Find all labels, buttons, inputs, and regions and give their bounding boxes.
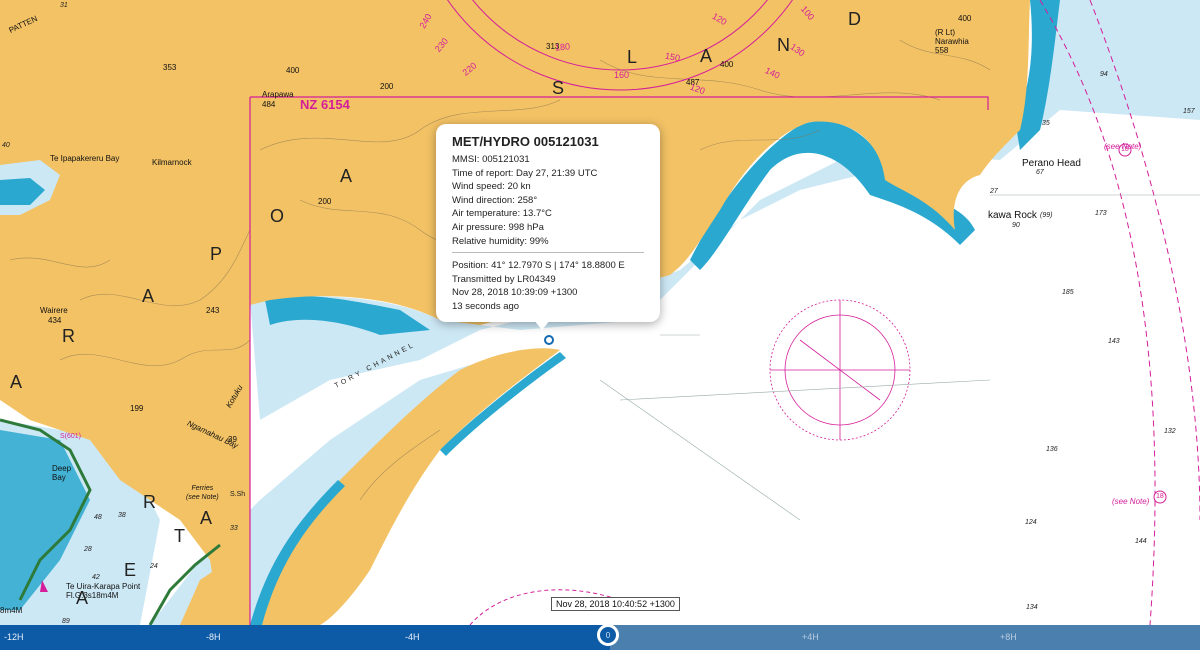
station-info-popup: MET/HYDRO 005121031 MMSI: 005121031 Time… [436, 124, 660, 322]
area-letter: A [340, 166, 355, 186]
area-letter: E [124, 560, 139, 580]
height-label: 400 [720, 60, 734, 69]
compass-number: 180 [554, 41, 571, 53]
depth-sounding: 35 [1042, 120, 1050, 127]
label-perano-head: Perano Head [1022, 158, 1081, 169]
height-label: 353 [163, 63, 177, 72]
label-arapawa-height: 484 [262, 100, 276, 109]
depth-sounding: 24 [150, 563, 158, 570]
label-deep-bay: Deep Bay [52, 464, 72, 482]
popup-air-pressure: Air pressure: 998 hPa [452, 221, 544, 233]
popup-divider [452, 252, 644, 253]
depth-sounding: 42 [92, 574, 100, 581]
area-letter: N [777, 35, 792, 55]
depth-sounding: 144 [1135, 538, 1147, 545]
depth-sounding: 33 [230, 525, 238, 532]
timeline-future [610, 625, 1200, 650]
height-label: 400 [958, 14, 972, 23]
depth-sounding: 143 [1108, 338, 1120, 345]
area-letter: A [700, 46, 715, 66]
timeline-tick-minus-8h[interactable]: -8H [206, 632, 221, 642]
timeline-slider-handle[interactable]: 0 [597, 624, 619, 646]
depth-sounding: 48 [94, 514, 102, 521]
label-light-left: 8m4M [0, 606, 23, 615]
popup-transmitted-by: Transmitted by LR04349 [452, 273, 556, 285]
label-s601: S(601) [60, 433, 82, 440]
height-label: 200 [380, 82, 394, 91]
area-letter: T [174, 526, 187, 546]
depth-sounding: 134 [1026, 604, 1038, 611]
label-te-ipapakereru-bay: Te Ipapakereru Bay [50, 154, 120, 163]
label-kawa-rock-depth: (99) [1040, 212, 1053, 219]
label-kawa-rock: kawa Rock [988, 210, 1037, 221]
depth-sounding: 136 [1046, 446, 1058, 453]
depth-sounding: 132 [1164, 428, 1176, 435]
popup-wind-speed: Wind speed: 20 kn [452, 181, 531, 193]
label-wairere: Wairere [40, 306, 68, 315]
area-letter: A [142, 286, 157, 306]
height-label: 400 [286, 66, 300, 75]
popup-mmsi: MMSI: 005121031 [452, 154, 530, 165]
circle-18-label-2: 18 [1156, 493, 1164, 500]
height-label: 39 [228, 435, 237, 444]
depth-sounding: 124 [1025, 519, 1037, 526]
height-label: 199 [130, 404, 144, 413]
depth-sounding: 94 [1100, 71, 1108, 78]
popup-pointer [534, 320, 550, 330]
depth-sounding: 67 [1036, 169, 1044, 176]
label-ssh: S.Sh [230, 491, 246, 498]
circle-18-label-1: 18 [1121, 146, 1129, 153]
current-time-stamp: Nov 28, 2018 10:40:52 +1300 [551, 597, 680, 611]
timeline-tick-minus-4h[interactable]: -4H [405, 632, 420, 642]
depth-sounding: 157 [1183, 108, 1195, 115]
height-label: 200 [318, 197, 332, 206]
timeline-past [0, 625, 610, 650]
timeline-tick-minus-12h[interactable]: -12H [4, 632, 24, 642]
area-letter: S [552, 78, 567, 98]
area-letter: O [270, 206, 287, 226]
timeline-current-label: 0 [605, 631, 611, 640]
popup-position: Position: 41° 12.7970 S | 174° 18.8800 E [452, 260, 625, 271]
popup-title: MET/HYDRO 005121031 [452, 134, 599, 149]
popup-time-of-report: Time of report: Day 27, 21:39 UTC [452, 167, 598, 179]
compass-number: 160 [614, 70, 630, 80]
label-narawhia: (R Lt) Narawhia 558 [935, 28, 969, 55]
area-letter: A [76, 588, 91, 608]
area-letter: A [10, 372, 25, 392]
area-letter: P [210, 244, 225, 264]
label-kilmarnock: Kilmarnock [152, 158, 192, 167]
timeline-tick-plus-4h[interactable]: +4H [802, 632, 819, 642]
popup-air-temperature: Air temperature: 13.7°C [452, 208, 552, 220]
popup-timestamp: Nov 28, 2018 10:39:09 +1300 [452, 287, 578, 299]
depth-sounding: 185 [1062, 289, 1074, 296]
label-arapawa: Arapawa [262, 90, 294, 99]
depth-sounding: 28 [84, 546, 92, 553]
depth-sounding: 90 [1012, 222, 1020, 229]
label-wairere-height: 434 [48, 316, 62, 325]
met-hydro-station-marker[interactable] [541, 332, 557, 348]
depth-sounding: 89 [62, 618, 70, 625]
popup-relative-humidity: Relative humidity: 99% [452, 235, 549, 247]
area-letter: A [200, 508, 215, 528]
area-letter: L [627, 47, 640, 67]
chart-number-label: NZ 6154 [300, 97, 350, 112]
depth-sounding: 40 [2, 142, 10, 149]
popup-details: MMSI: 005121031 Time of report: Day 27, … [452, 153, 597, 248]
depth-sounding: 31 [60, 2, 68, 9]
depth-sounding: 173 [1095, 210, 1107, 217]
depth-sounding: 38 [118, 512, 126, 519]
timeline-tick-plus-8h[interactable]: +8H [1000, 632, 1017, 642]
popup-wind-direction: Wind direction: 258° [452, 194, 538, 206]
area-letter: D [848, 9, 863, 29]
popup-age: 13 seconds ago [452, 300, 520, 312]
depth-sounding: 27 [990, 188, 998, 195]
area-letter: R [143, 492, 158, 512]
label-ferries-note: Ferries (see Note) [186, 485, 219, 501]
popup-position-block: Position: 41° 12.7970 S | 174° 18.8800 E… [452, 259, 625, 313]
label-see-note-2: (see Note) [1112, 497, 1150, 506]
area-letter: R [62, 326, 77, 346]
height-label: 243 [206, 306, 220, 315]
